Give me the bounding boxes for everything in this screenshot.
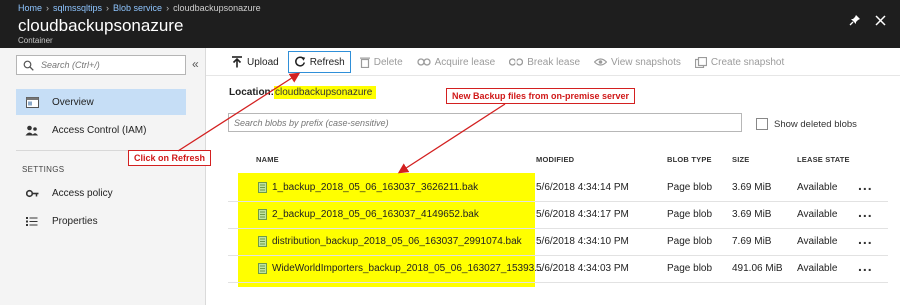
eye-icon: [594, 58, 608, 66]
file-icon: [258, 182, 267, 196]
break-lease-icon: [509, 57, 524, 67]
view-snapshots-label: View snapshots: [611, 56, 681, 68]
command-bar: Upload Refresh Delete Acquire lease Brea…: [226, 51, 793, 73]
blob-lease-state: Available: [797, 263, 838, 274]
sidebar-item-overview[interactable]: Overview: [16, 89, 186, 115]
collapse-sidebar-button[interactable]: «: [192, 57, 199, 71]
page-subtitle: Container: [18, 36, 53, 45]
column-header-name[interactable]: NAME: [256, 155, 279, 164]
create-snapshot-button[interactable]: Create snapshot: [690, 51, 789, 73]
blob-search-box[interactable]: [228, 113, 742, 132]
overview-icon: [24, 96, 40, 108]
blob-name[interactable]: WideWorldImporters_backup_2018_05_06_163…: [272, 263, 543, 274]
delete-button[interactable]: Delete: [355, 51, 408, 73]
blob-search-input[interactable]: [229, 114, 741, 131]
column-header-lease-state[interactable]: LEASE STATE: [797, 155, 850, 164]
breadcrumb-account[interactable]: sqlmssqltips: [53, 3, 102, 13]
file-icon: [258, 263, 267, 277]
row-more-button[interactable]: ...: [858, 204, 873, 220]
blob-type: Page blob: [667, 182, 713, 193]
trash-icon: [359, 57, 370, 68]
page-title: cloudbackupsonazure: [18, 16, 184, 35]
table-row[interactable]: 2_backup_2018_05_06_163037_4149652.bak 5…: [228, 202, 888, 229]
blob-type: Page blob: [667, 263, 713, 274]
blob-size: 3.69 MiB: [732, 209, 772, 220]
blob-lease-state: Available: [797, 236, 838, 247]
sidebar-search[interactable]: [16, 55, 186, 75]
blob-size: 7.69 MiB: [732, 236, 772, 247]
blob-lease-state: Available: [797, 182, 838, 193]
settings-section-label: SETTINGS: [22, 165, 65, 174]
blob-modified: 5/6/2018 4:34:17 PM: [536, 209, 629, 220]
callout-new-backups: New Backup files from on-premise server: [446, 88, 636, 104]
sidebar-item-iam[interactable]: Access Control (IAM): [16, 117, 186, 143]
show-deleted-checkbox[interactable]: [756, 118, 768, 130]
table-row[interactable]: WideWorldImporters_backup_2018_05_06_163…: [228, 256, 888, 283]
column-header-size[interactable]: SIZE: [732, 155, 749, 164]
breadcrumb-blob-service[interactable]: Blob service: [113, 3, 162, 13]
iam-icon: [24, 125, 40, 136]
toolbar-divider: [206, 75, 900, 76]
acquire-lease-label: Acquire lease: [434, 56, 496, 68]
callout-click-refresh: Click on Refresh: [128, 150, 212, 166]
blob-lease-state: Available: [797, 209, 838, 220]
refresh-button[interactable]: Refresh: [287, 51, 351, 73]
sidebar-item-properties[interactable]: Properties: [16, 208, 186, 234]
sidebar-item-label: Overview: [52, 96, 94, 108]
blob-type: Page blob: [667, 236, 713, 247]
close-icon[interactable]: [875, 14, 886, 26]
location: Location:cloudbackupsonazure: [229, 86, 377, 99]
location-value: cloudbackupsonazure: [274, 86, 377, 99]
refresh-label: Refresh: [309, 56, 345, 68]
blob-size: 491.06 MiB: [732, 263, 783, 274]
break-lease-button[interactable]: Break lease: [504, 51, 585, 73]
sidebar-item-label: Access Control (IAM): [52, 124, 147, 136]
properties-icon: [24, 216, 40, 227]
location-label: Location:: [229, 87, 274, 98]
file-icon: [258, 236, 267, 250]
upload-button[interactable]: Upload: [226, 51, 284, 73]
break-lease-label: Break lease: [527, 56, 581, 68]
sidebar-search-input[interactable]: [41, 58, 181, 72]
blob-name[interactable]: 1_backup_2018_05_06_163037_3626211.bak: [272, 182, 478, 193]
sidebar: « Overview Access Control (IAM) SETTINGS…: [0, 48, 206, 305]
breadcrumb: Home › sqlmssqltips › Blob service › cloudback…: [18, 3, 261, 13]
show-deleted-label: Show deleted blobs: [774, 118, 857, 130]
blob-modified: 5/6/2018 4:34:10 PM: [536, 236, 629, 247]
view-snapshots-button[interactable]: View snapshots: [589, 51, 686, 73]
column-header-modified[interactable]: MODIFIED: [536, 155, 574, 164]
row-more-button[interactable]: ...: [858, 231, 873, 247]
sidebar-item-access-policy[interactable]: Access policy: [16, 180, 186, 206]
breadcrumb-current: cloudbackupsonazure: [173, 3, 261, 13]
table-row[interactable]: distribution_backup_2018_05_06_163037_29…: [228, 229, 888, 256]
upload-label: Upload: [247, 56, 279, 68]
file-icon: [258, 209, 267, 223]
sidebar-item-label: Properties: [52, 215, 98, 227]
blob-name[interactable]: 2_backup_2018_05_06_163037_4149652.bak: [272, 209, 479, 220]
pin-icon[interactable]: [849, 14, 861, 26]
delete-label: Delete: [373, 56, 403, 68]
row-more-button[interactable]: ...: [858, 177, 873, 193]
breadcrumb-home[interactable]: Home: [18, 3, 42, 13]
search-icon: [23, 60, 34, 74]
create-snapshot-label: Create snapshot: [710, 56, 785, 68]
blade-header: Home › sqlmssqltips › Blob service › cloudback…: [0, 0, 900, 48]
blob-size: 3.69 MiB: [732, 182, 772, 193]
blob-modified: 5/6/2018 4:34:14 PM: [536, 182, 629, 193]
table-row[interactable]: 1_backup_2018_05_06_163037_3626211.bak 5…: [228, 175, 888, 202]
acquire-lease-button[interactable]: Acquire lease: [412, 51, 501, 73]
row-more-button[interactable]: ...: [858, 258, 873, 274]
acquire-lease-icon: [416, 58, 431, 66]
blob-type: Page blob: [667, 209, 713, 220]
key-icon: [24, 188, 40, 199]
snapshot-icon: [694, 56, 707, 68]
blob-modified: 5/6/2018 4:34:03 PM: [536, 263, 629, 274]
column-header-blob-type[interactable]: BLOB TYPE: [667, 155, 712, 164]
sidebar-item-label: Access policy: [52, 187, 113, 199]
upload-icon: [232, 56, 242, 68]
refresh-icon: [294, 56, 305, 67]
show-deleted-toggle[interactable]: Show deleted blobs: [756, 118, 857, 130]
blob-name[interactable]: distribution_backup_2018_05_06_163037_29…: [272, 236, 522, 247]
